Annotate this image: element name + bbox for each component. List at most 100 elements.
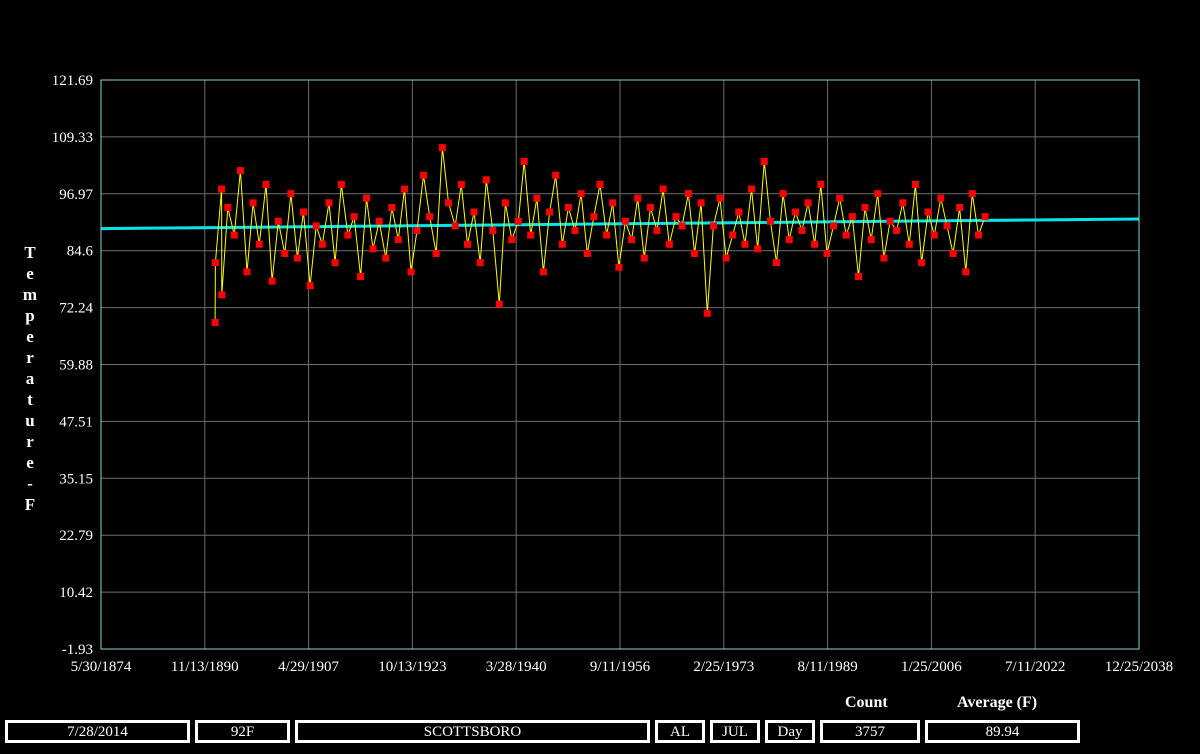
y-axis-label-char: T [24, 243, 36, 262]
data-point [211, 319, 219, 327]
y-tick-label: 96.97 [59, 187, 93, 203]
series-line-layer [214, 147, 986, 323]
data-point [962, 268, 970, 276]
y-axis-label: Temperature-F [20, 242, 40, 515]
data-point [249, 199, 257, 207]
data-point [684, 190, 692, 198]
data-point [615, 263, 623, 271]
data-point [836, 194, 844, 202]
data-point [760, 157, 768, 165]
y-axis-label-char: p [25, 306, 35, 325]
x-tick-label: 1/25/2006 [901, 659, 962, 675]
data-point [918, 259, 926, 267]
x-tick-label: 9/11/1956 [590, 659, 651, 675]
x-tick-label: 12/25/2038 [1105, 659, 1173, 675]
average-field: 89.94 [925, 720, 1080, 743]
temperature-field: 92F [195, 720, 290, 743]
x-tick-label: 11/13/1890 [171, 659, 239, 675]
y-axis-label-char: t [27, 390, 33, 409]
data-point [621, 217, 629, 225]
y-axis-label-char: a [25, 369, 35, 388]
y-tick-labels: 121.69 109.33 96.97 84.6 72.24 59.88 47.51 35.1… [52, 73, 94, 658]
x-tick-label: 8/11/1989 [797, 659, 857, 675]
data-point [495, 300, 503, 308]
data-point [564, 203, 572, 211]
data-point [539, 268, 547, 276]
data-point [224, 203, 232, 211]
y-tick-label: 22.79 [59, 528, 93, 544]
y-axis-label-char: r [26, 432, 34, 451]
data-point [697, 199, 705, 207]
data-point [791, 208, 799, 216]
x-tick-label: 4/29/1907 [278, 659, 339, 675]
data-point [312, 222, 320, 230]
data-point [981, 213, 989, 221]
data-point [357, 272, 365, 280]
temperature-chart: 121.69 109.33 96.97 84.6 72.24 59.88 47.51 35.1… [52, 73, 1174, 675]
data-point [804, 199, 812, 207]
state-field: AL [655, 720, 705, 743]
data-point [457, 180, 465, 188]
data-point [937, 194, 945, 202]
data-point [489, 226, 497, 234]
month-field: JUL [710, 720, 760, 743]
data-point [628, 236, 636, 244]
count-label: Count [845, 694, 888, 711]
data-point [413, 226, 421, 234]
data-point [501, 199, 509, 207]
data-point [798, 226, 806, 234]
data-point [811, 240, 819, 248]
data-point [218, 185, 226, 193]
data-point [748, 185, 756, 193]
data-point [268, 277, 276, 285]
data-point [325, 199, 333, 207]
y-axis-label-char: r [26, 348, 34, 367]
data-point [363, 194, 371, 202]
data-point [262, 180, 270, 188]
data-point [218, 291, 226, 299]
y-axis-label-char: e [26, 264, 34, 283]
data-point [382, 254, 390, 262]
series-line [214, 147, 986, 323]
data-point [230, 231, 238, 239]
data-point [779, 190, 787, 198]
data-point [337, 180, 345, 188]
y-axis-label-char: e [26, 327, 34, 346]
data-point [893, 226, 901, 234]
data-point [583, 249, 591, 257]
data-point [722, 254, 730, 262]
data-point [968, 190, 976, 198]
station-field: SCOTTSBORO [295, 720, 650, 743]
y-axis-label-char: u [25, 411, 35, 430]
data-point [691, 249, 699, 257]
data-point [236, 167, 244, 175]
x-tick-labels: 5/30/1874 11/13/1890 4/29/1907 10/13/1923 3/… [71, 659, 1174, 675]
data-point [274, 217, 282, 225]
data-point [331, 259, 339, 267]
data-point [470, 208, 478, 216]
data-point [344, 231, 352, 239]
data-point [665, 240, 673, 248]
data-point [823, 249, 831, 257]
mode-button[interactable]: Day [765, 720, 815, 743]
x-tick-label: 7/11/2022 [1005, 659, 1065, 675]
data-point [735, 208, 743, 216]
data-point [709, 222, 717, 230]
x-tick-label: 10/13/1923 [378, 659, 446, 675]
data-point [943, 222, 951, 230]
data-point [899, 199, 907, 207]
data-point [930, 231, 938, 239]
data-point [861, 203, 869, 211]
data-point [514, 217, 522, 225]
data-point [211, 259, 219, 267]
average-label: Average (F) [957, 694, 1038, 711]
y-tick-label: 10.42 [59, 585, 93, 601]
count-field: 3757 [820, 720, 920, 743]
data-point [419, 171, 427, 179]
data-point [766, 217, 774, 225]
data-point [603, 231, 611, 239]
data-point [508, 236, 516, 244]
y-tick-label: 84.6 [67, 244, 94, 260]
data-point [773, 259, 781, 267]
data-point [527, 231, 535, 239]
